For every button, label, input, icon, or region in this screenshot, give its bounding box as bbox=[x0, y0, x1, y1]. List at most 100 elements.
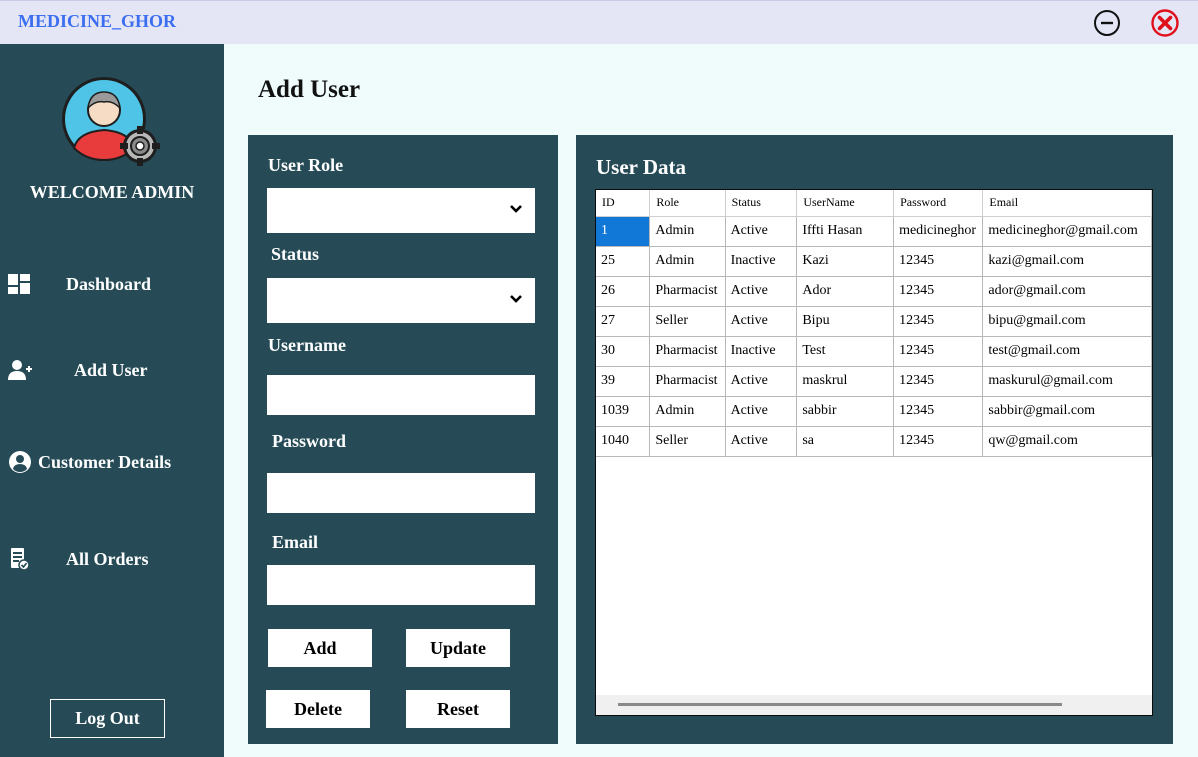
table-row[interactable]: 30 Pharmacist Inactive Test 12345 test@g… bbox=[596, 336, 1152, 367]
table-cell[interactable]: Active bbox=[725, 426, 798, 457]
table-cell[interactable]: kazi@gmail.com bbox=[982, 246, 1152, 277]
table-cell[interactable]: 12345 bbox=[893, 276, 984, 307]
admin-avatar-icon bbox=[60, 74, 170, 174]
reset-button[interactable]: Reset bbox=[406, 690, 510, 728]
status-label: Status bbox=[271, 244, 320, 264]
email-input[interactable] bbox=[267, 565, 535, 605]
username-input[interactable] bbox=[267, 375, 535, 415]
password-input[interactable] bbox=[267, 473, 535, 513]
column-header[interactable]: Password bbox=[893, 190, 984, 217]
sidebar-item-all-orders[interactable]: All Orders bbox=[0, 541, 224, 577]
table-row[interactable]: 25 Admin Inactive Kazi 12345 kazi@gmail.… bbox=[596, 246, 1152, 277]
delete-button[interactable]: Delete bbox=[266, 690, 370, 728]
table-row[interactable]: 1039 Admin Active sabbir 12345 sabbir@gm… bbox=[596, 396, 1152, 427]
title-bar: MEDICINE_GHOR bbox=[0, 0, 1198, 44]
scrollbar-thumb[interactable] bbox=[618, 703, 1062, 706]
table-row[interactable]: 26 Pharmacist Active Ador 12345 ador@gma… bbox=[596, 276, 1152, 307]
user-role-label: User Role bbox=[268, 155, 344, 175]
table-cell[interactable]: Iffti Hasan bbox=[796, 216, 895, 247]
table-cell[interactable]: sabbir bbox=[796, 396, 895, 427]
table-header-row: ID Role Status UserName Password Email bbox=[596, 190, 1152, 217]
table-cell[interactable]: Pharmacist bbox=[649, 276, 726, 307]
email-label: Email bbox=[272, 532, 319, 552]
user-table: ID Role Status UserName Password Email 1… bbox=[596, 190, 1152, 457]
welcome-text: WELCOME ADMIN bbox=[29, 182, 195, 202]
table-row[interactable]: 1040 Seller Active sa 12345 qw@gmail.com bbox=[596, 426, 1152, 457]
close-button[interactable] bbox=[1150, 8, 1180, 38]
sidebar-item-dashboard[interactable]: Dashboard bbox=[0, 266, 224, 302]
table-cell[interactable]: 27 bbox=[596, 306, 651, 337]
column-header[interactable]: Email bbox=[982, 190, 1152, 217]
table-cell[interactable]: Kazi bbox=[796, 246, 895, 277]
table-cell[interactable]: Active bbox=[725, 276, 798, 307]
table-cell[interactable]: 12345 bbox=[893, 246, 984, 277]
table-cell[interactable]: Pharmacist bbox=[649, 336, 726, 367]
logout-button[interactable]: Log Out bbox=[50, 699, 165, 738]
horizontal-scrollbar[interactable] bbox=[596, 695, 1152, 715]
customer-icon bbox=[9, 451, 31, 473]
status-select[interactable] bbox=[267, 278, 535, 323]
table-row[interactable]: 27 Seller Active Bipu 12345 bipu@gmail.c… bbox=[596, 306, 1152, 337]
table-cell[interactable]: 25 bbox=[596, 246, 651, 277]
user-data-panel: User Data ID Role Status UserName Passwo… bbox=[576, 135, 1173, 744]
password-label: Password bbox=[272, 431, 347, 451]
add-button[interactable]: Add bbox=[268, 629, 372, 667]
sidebar-item-customer-details[interactable]: Customer Details bbox=[0, 444, 224, 480]
orders-icon bbox=[11, 548, 30, 571]
table-cell[interactable]: Bipu bbox=[796, 306, 895, 337]
table-cell[interactable]: 39 bbox=[596, 366, 651, 397]
dashboard-icon bbox=[8, 274, 30, 294]
table-cell[interactable]: maskrul bbox=[796, 366, 895, 397]
table-cell[interactable]: Ador bbox=[796, 276, 895, 307]
table-cell[interactable]: Active bbox=[725, 396, 798, 427]
table-cell[interactable]: Admin bbox=[649, 246, 726, 277]
user-data-grid[interactable]: ID Role Status UserName Password Email 1… bbox=[595, 189, 1153, 716]
table-cell[interactable]: 1039 bbox=[596, 396, 651, 427]
table-cell[interactable]: bipu@gmail.com bbox=[982, 306, 1152, 337]
sidebar-item-add-user[interactable]: Add User bbox=[0, 352, 224, 388]
sidebar-item-label: Customer Details bbox=[38, 452, 172, 472]
table-cell[interactable]: test@gmail.com bbox=[982, 336, 1152, 367]
chevron-down-icon bbox=[510, 295, 522, 303]
table-cell[interactable]: sa bbox=[796, 426, 895, 457]
table-row[interactable]: 1 Admin Active Iffti Hasan medicineghor … bbox=[596, 216, 1152, 247]
user-role-select[interactable] bbox=[267, 188, 535, 233]
table-cell[interactable]: sabbir@gmail.com bbox=[982, 396, 1152, 427]
table-cell[interactable]: qw@gmail.com bbox=[982, 426, 1152, 457]
table-cell[interactable]: Active bbox=[725, 216, 798, 247]
table-cell[interactable]: Pharmacist bbox=[649, 366, 726, 397]
column-header[interactable]: UserName bbox=[796, 190, 895, 217]
table-cell[interactable]: 1 bbox=[596, 216, 651, 247]
table-cell[interactable]: Seller bbox=[649, 306, 726, 337]
add-user-form: User Role Status Username Password Email… bbox=[248, 135, 558, 744]
table-cell[interactable]: Admin bbox=[649, 396, 726, 427]
table-cell[interactable]: 12345 bbox=[893, 336, 984, 367]
table-cell[interactable]: 12345 bbox=[893, 306, 984, 337]
table-cell[interactable]: Inactive bbox=[725, 246, 798, 277]
column-header[interactable]: Status bbox=[725, 190, 798, 217]
table-cell[interactable]: Seller bbox=[649, 426, 726, 457]
update-button[interactable]: Update bbox=[406, 629, 510, 667]
table-cell[interactable]: 26 bbox=[596, 276, 651, 307]
table-cell[interactable]: 30 bbox=[596, 336, 651, 367]
table-cell[interactable]: Inactive bbox=[725, 336, 798, 367]
sidebar-item-label: Dashboard bbox=[66, 274, 152, 294]
minimize-button[interactable] bbox=[1092, 8, 1122, 38]
table-cell[interactable]: Active bbox=[725, 306, 798, 337]
add-user-icon bbox=[8, 360, 32, 380]
column-header[interactable]: ID bbox=[596, 190, 651, 217]
table-cell[interactable]: 12345 bbox=[893, 366, 984, 397]
table-cell[interactable]: Admin bbox=[649, 216, 726, 247]
app-title: MEDICINE_GHOR bbox=[18, 11, 177, 31]
table-cell[interactable]: 12345 bbox=[893, 396, 984, 427]
table-cell[interactable]: 1040 bbox=[596, 426, 651, 457]
table-row[interactable]: 39 Pharmacist Active maskrul 12345 masku… bbox=[596, 366, 1152, 397]
table-cell[interactable]: maskurul@gmail.com bbox=[982, 366, 1152, 397]
table-cell[interactable]: medicineghor bbox=[893, 216, 984, 247]
column-header[interactable]: Role bbox=[649, 190, 726, 217]
table-cell[interactable]: Test bbox=[796, 336, 895, 367]
table-cell[interactable]: medicineghor@gmail.com bbox=[982, 216, 1152, 247]
table-cell[interactable]: ador@gmail.com bbox=[982, 276, 1152, 307]
table-cell[interactable]: 12345 bbox=[893, 426, 984, 457]
table-cell[interactable]: Active bbox=[725, 366, 798, 397]
